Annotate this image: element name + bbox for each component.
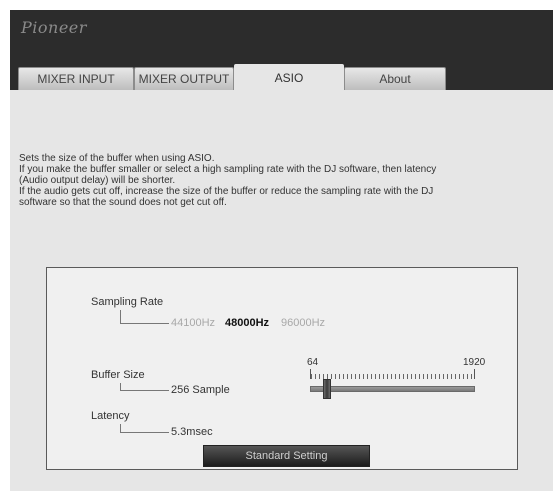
latency-label: Latency [91,410,130,422]
sampling-rate-label: Sampling Rate [91,296,164,308]
buffer-size-label: Buffer Size [91,369,145,381]
buffer-scale-max: 1920 [463,357,486,368]
sampling-rate-44100[interactable]: 44100Hz [171,317,215,329]
tab-asio[interactable]: ASIO [234,64,344,91]
slider-scale-tick [474,369,475,379]
asio-description: Sets the size of the buffer when using A… [19,153,529,208]
buffer-size-slider-handle[interactable] [323,379,331,399]
tab-about[interactable]: About [344,67,446,90]
description-line: If you make the buffer smaller or select… [19,164,437,175]
description-line: software so that the sound does not get … [19,197,227,208]
buffer-slider-scale [311,374,474,379]
asio-settings-window: Pioneer MIXER INPUT MIXER OUTPUT ASIO Ab… [10,10,553,491]
sampling-rate-48000[interactable]: 48000Hz [225,317,269,329]
latency-connector [120,424,169,433]
description-line: (Audio output delay) will be shorter. [19,175,176,186]
header-bar: Pioneer MIXER INPUT MIXER OUTPUT ASIO Ab… [10,10,553,91]
buffer-size-value: 256 Sample [171,384,230,396]
tab-mixer-output[interactable]: MIXER OUTPUT [134,67,234,90]
description-line: Sets the size of the buffer when using A… [19,153,215,164]
latency-value: 5.3msec [171,426,213,438]
settings-panel: Sampling Rate 44100Hz 48000Hz 96000Hz Bu… [46,267,518,470]
pioneer-logo: Pioneer [21,18,87,37]
buffer-size-slider-track[interactable] [310,386,475,392]
sampling-rate-96000[interactable]: 96000Hz [281,317,325,329]
tab-mixer-input[interactable]: MIXER INPUT [18,67,134,90]
buffer-size-connector [120,383,169,391]
buffer-scale-min: 64 [307,357,319,368]
sampling-rate-connector [120,310,169,324]
tab-bar: MIXER INPUT MIXER OUTPUT ASIO About [10,64,553,91]
standard-setting-button[interactable]: Standard Setting [203,445,370,467]
description-line: If the audio gets cut off, increase the … [19,186,434,197]
